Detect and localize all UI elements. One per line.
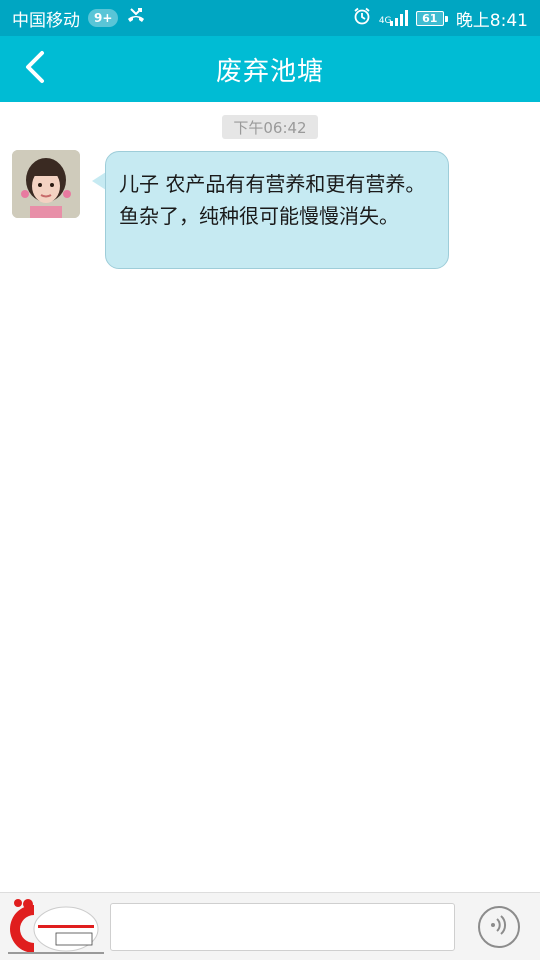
input-bar (0, 892, 540, 960)
carrier-name: 中国移动 (12, 10, 80, 31)
message-input[interactable] (110, 903, 455, 951)
clock-time: 晚上8:41 (455, 10, 528, 31)
title-bar: 废弃池塘 (0, 36, 540, 102)
chat-title: 废弃池塘 (215, 56, 324, 87)
app-logo[interactable] (4, 897, 106, 957)
message-list[interactable]: 下午06:42 儿子 农产品有有营养和更有营养。鱼杂了，纯种很可能慢慢消失。 (0, 102, 540, 892)
chat-screen: 中国移动 9+ 4G 61 晚上8:41 废弃池塘 下午06:42 儿子 农产品… (0, 0, 540, 960)
notification-badge: 9+ (88, 9, 119, 27)
alarm-icon (353, 7, 371, 30)
status-bar: 中国移动 9+ 4G 61 晚上8:41 (0, 0, 540, 36)
message-bubble[interactable]: 儿子 农产品有有营养和更有营养。鱼杂了，纯种很可能慢慢消失。 (105, 151, 449, 269)
bubble-tail (92, 172, 106, 190)
status-left: 中国移动 9+ (12, 6, 146, 31)
message-timestamp: 下午06:42 (222, 115, 318, 139)
chevron-left-icon (24, 50, 46, 88)
battery-icon: 61 (415, 10, 448, 26)
network-type: 4G (378, 16, 392, 26)
signal-strength-icon: 4G (379, 10, 408, 26)
battery-level: 61 (422, 11, 438, 25)
missed-call-icon (126, 7, 146, 30)
voice-button[interactable] (478, 906, 520, 948)
voice-icon (487, 913, 511, 941)
status-right: 4G 61 晚上8:41 (353, 6, 528, 31)
avatar[interactable] (12, 150, 80, 218)
message-text: 儿子 农产品有有营养和更有营养。鱼杂了，纯种很可能慢慢消失。 (119, 172, 426, 228)
back-button[interactable] (14, 48, 56, 90)
